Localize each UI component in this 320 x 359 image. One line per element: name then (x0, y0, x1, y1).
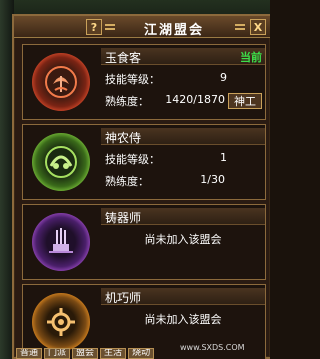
herb-emblem-icon (32, 133, 90, 191)
guild-name: 神农侍 (105, 131, 142, 145)
guild-name-row: 铸器师 (101, 208, 265, 225)
guild-window: ? 江湖盟会 X 玉食客 当前 技能等级： 9 熟练度： 1420/1870 神… (12, 14, 270, 359)
tab-event[interactable]: 烧动 (128, 348, 155, 359)
proficiency-label: 熟练度： (105, 175, 149, 188)
proficiency-value: 1420/1870 (165, 93, 225, 106)
guild-name-row: 玉食客 当前 (101, 48, 265, 65)
shengong-button[interactable]: 神工 (228, 93, 262, 109)
not-joined-message: 尚未加入该盟会 (144, 233, 222, 246)
guild-name: 机巧师 (105, 291, 142, 305)
skill-level-label: 技能等级： (105, 153, 160, 166)
current-badge: 当前 (240, 51, 262, 64)
skill-level-label: 技能等级： (105, 73, 160, 86)
proficiency-label: 熟练度： (105, 95, 149, 108)
skill-level-value: 1 (220, 151, 227, 164)
guild-name: 玉食客 (105, 51, 142, 65)
emblem-frame (23, 205, 99, 279)
proficiency-value: 1/30 (200, 173, 225, 186)
guild-name: 铸器师 (105, 211, 142, 225)
guild-card-cook[interactable]: 玉食客 当前 技能等级： 9 熟练度： 1420/1870 神工 (22, 44, 266, 120)
guild-card-smith[interactable]: 铸器师 尚未加入该盟会 (22, 204, 266, 280)
help-button[interactable]: ? (86, 19, 102, 35)
forge-emblem-icon (32, 213, 90, 271)
window-titlebar[interactable]: ? 江湖盟会 X (14, 16, 270, 38)
skill-level-value: 9 (220, 71, 227, 84)
close-button[interactable]: X (250, 19, 266, 35)
tab-normal[interactable]: 普通 (16, 348, 43, 359)
tab-guild[interactable]: 盟会 (72, 348, 99, 359)
tab-sect[interactable]: 门派 (44, 348, 71, 359)
emblem-frame (23, 125, 99, 199)
title-ornament-right (235, 24, 245, 30)
window-title: 江湖盟会 (143, 23, 204, 38)
not-joined-message: 尚未加入该盟会 (144, 313, 222, 326)
tab-life[interactable]: 生活 (100, 348, 127, 359)
phoenix-emblem-icon (32, 53, 90, 111)
guild-name-row: 机巧师 (101, 288, 265, 305)
guild-name-row: 神农侍 (101, 128, 265, 145)
emblem-frame (23, 45, 99, 119)
watermark-text: www.SXDS.COM (180, 343, 245, 352)
gear-emblem-icon (32, 293, 90, 351)
guild-card-herbalist[interactable]: 神农侍 技能等级： 1 熟练度： 1/30 (22, 124, 266, 200)
